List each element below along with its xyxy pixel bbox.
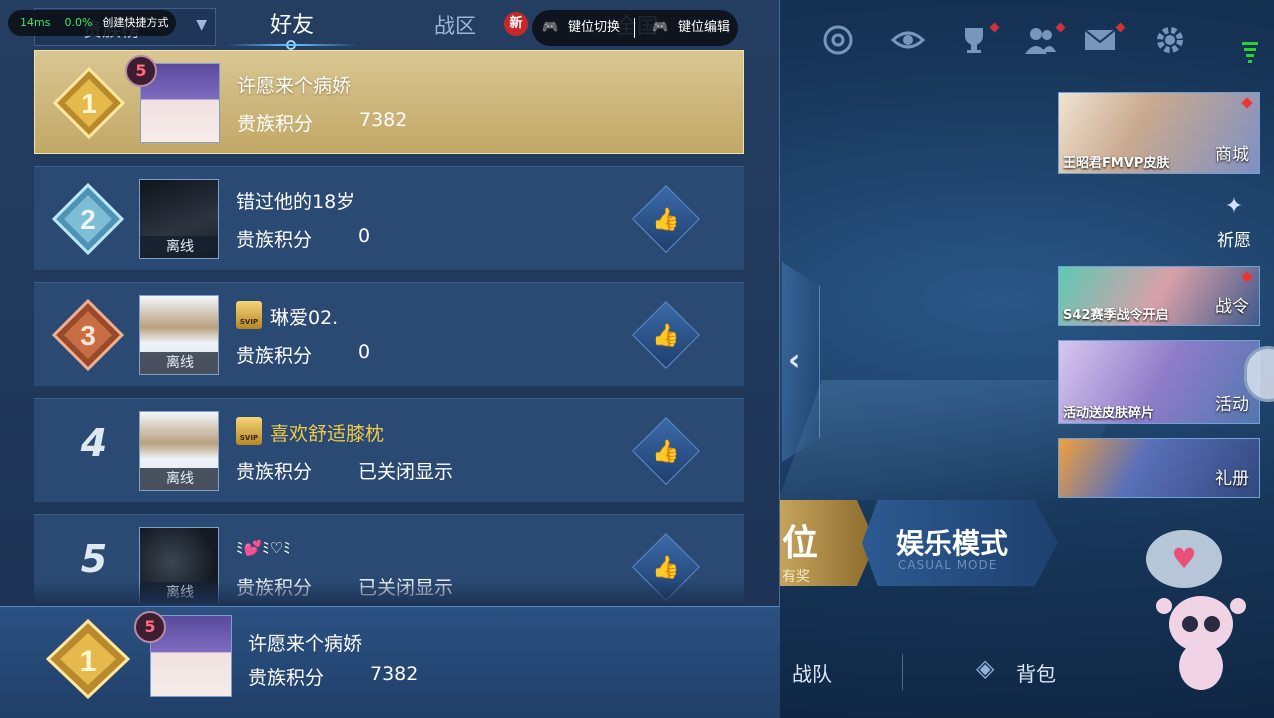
target-icon[interactable] [820, 22, 856, 58]
my-ranking-row: 1 5 许愿来个病娇 贵族积分 7382 [0, 606, 780, 718]
wifi-icon [1240, 42, 1260, 72]
shop-label: 商城 [1215, 145, 1249, 165]
svg-text:1: 1 [80, 645, 97, 678]
event-caption: 活动送皮肤碎片 [1063, 406, 1155, 421]
level-badge: 5 [125, 55, 157, 87]
avatar[interactable]: 离线 [139, 295, 219, 375]
player-name: 许愿来个病娇 [237, 75, 352, 97]
chevron-left-icon: ‹ [788, 343, 801, 378]
shop-card[interactable]: 王昭君FMVP皮肤 商城 [1058, 92, 1260, 174]
backpack-button[interactable]: 背包 [1016, 658, 1056, 687]
like-button[interactable]: 👍 [632, 301, 700, 369]
like-button[interactable]: 👍 [632, 417, 700, 485]
eye-icon[interactable] [890, 22, 926, 58]
score-value: 已关闭显示 [358, 461, 454, 483]
booklet-card[interactable]: 礼册 [1058, 438, 1260, 498]
score-value: 7382 [370, 663, 419, 685]
tab-friends[interactable]: 好友 [226, 6, 358, 50]
score-label: 贵族积分 [236, 345, 313, 367]
ranking-row-2[interactable]: 2 离线 错过他的18岁 贵族积分 0 👍 [34, 166, 744, 270]
score-value: 0 [358, 341, 371, 363]
score-label: 贵族积分 [237, 113, 314, 135]
shop-caption: 王昭君FMVP皮肤 [1063, 156, 1170, 171]
gamepad-icon: 🎮 [652, 20, 669, 35]
heart-bubble-icon[interactable]: ♥ [1146, 530, 1222, 588]
svg-text:2: 2 [80, 204, 96, 235]
casual-mode-button[interactable]: 娱乐模式 CASUAL MODE [862, 500, 1058, 586]
pray-button[interactable]: ✦ 祈愿 [1212, 194, 1256, 254]
key-mapping-bar: 🎮 键位切换 🎮 键位编辑 [532, 10, 738, 46]
event-card[interactable]: 活动送皮肤碎片 活动 [1058, 340, 1260, 424]
star-icon: ✦ [1224, 194, 1244, 219]
svg-text:1: 1 [81, 88, 97, 119]
level-badge: 5 [134, 611, 166, 643]
chevron-down-icon: ▼ [196, 17, 207, 33]
rank-number: 5 [80, 537, 108, 581]
gear-icon[interactable] [1152, 22, 1188, 58]
mascot-character[interactable] [1156, 588, 1246, 698]
ranked-sub: 有奖 [782, 569, 810, 585]
backpack-icon: ◈ [976, 654, 995, 682]
score-label: 贵族积分 [236, 461, 313, 483]
perf-overlay: 14ms 0.0% 创建快捷方式 [8, 10, 176, 36]
avatar[interactable]: 离线 [139, 179, 219, 259]
silver-rank-badge-icon: 2 [52, 183, 124, 255]
ranking-row-4[interactable]: 4 离线 SVIP 喜欢舒适膝枕 贵族积分 已关闭显示 👍 [34, 398, 744, 502]
score-label: 贵族积分 [236, 229, 313, 251]
list-fade [34, 580, 744, 606]
player-name: ﾐ💕ﾐ♡ﾐ [236, 539, 291, 557]
avatar[interactable]: 离线 [139, 411, 219, 491]
ranked-label: 位 [782, 523, 819, 564]
my-name: 许愿来个病娇 [248, 633, 363, 655]
casual-sub: CASUAL MODE [898, 558, 998, 572]
gold-rank-badge-icon: 1 [53, 67, 125, 139]
offline-label: 离线 [140, 468, 218, 490]
battle-pass-caption: S42赛季战令开启 [1063, 308, 1169, 323]
event-label: 活动 [1215, 395, 1249, 415]
create-shortcut-button[interactable]: 创建快捷方式 [102, 16, 168, 29]
team-button[interactable]: 战队 [792, 658, 832, 687]
player-name: 琳爱02. [270, 307, 339, 329]
bronze-rank-badge-icon: 3 [52, 299, 124, 371]
thumbs-up-icon: 👍 [652, 439, 680, 465]
like-button[interactable]: 👍 [632, 185, 700, 253]
score-value: 0 [358, 225, 371, 247]
key-switch-button[interactable]: 键位切换 [568, 10, 620, 46]
player-name: 喜欢舒适膝枕 [270, 423, 385, 445]
ranked-button[interactable]: 位 有奖 [780, 500, 876, 586]
thumbs-up-icon: 👍 [652, 323, 680, 349]
score-label: 贵族积分 [248, 667, 325, 689]
ranking-row-3[interactable]: 3 离线 SVIP 琳爱02. 贵族积分 0 👍 [34, 282, 744, 386]
offline-label: 离线 [140, 352, 218, 374]
mail-icon[interactable] [1082, 22, 1126, 58]
offline-label: 离线 [140, 236, 218, 258]
friends-ranking-panel: 贵族榜 ▼ 好友 战区 新 全国 1 5 许愿来个病娇 贵族积分 7382 2 … [0, 0, 780, 718]
trophy-icon[interactable] [956, 22, 1000, 58]
top-icon-bar [760, 20, 1274, 64]
battle-pass-label: 战令 [1215, 297, 1249, 317]
tab-zone[interactable]: 战区 [434, 6, 476, 46]
collapse-panel-button[interactable]: ‹ [782, 262, 820, 462]
rank-number: 4 [80, 421, 108, 465]
pray-label: 祈愿 [1217, 231, 1251, 251]
gamepad-icon: 🎮 [542, 20, 559, 35]
casual-label: 娱乐模式 [896, 527, 1009, 560]
gold-rank-badge-icon: 1 [45, 619, 131, 699]
ranking-row-1[interactable]: 1 5 许愿来个病娇 贵族积分 7382 [34, 50, 744, 154]
key-edit-button[interactable]: 键位编辑 [678, 10, 730, 46]
friends-icon[interactable] [1022, 22, 1066, 58]
player-name: 错过他的18岁 [236, 191, 356, 213]
cpu-value: 0.0% [64, 16, 93, 29]
booklet-label: 礼册 [1215, 469, 1249, 489]
tab-friends-label: 好友 [269, 13, 314, 38]
score-value: 7382 [359, 109, 408, 131]
svip-badge: SVIP [236, 417, 262, 445]
latency-value: 14ms [20, 16, 51, 29]
svg-text:3: 3 [80, 320, 96, 351]
new-badge: 新 [504, 12, 528, 36]
battle-pass-card[interactable]: S42赛季战令开启 战令 [1058, 266, 1260, 326]
svip-badge: SVIP [236, 301, 262, 329]
thumbs-up-icon: 👍 [652, 207, 680, 233]
